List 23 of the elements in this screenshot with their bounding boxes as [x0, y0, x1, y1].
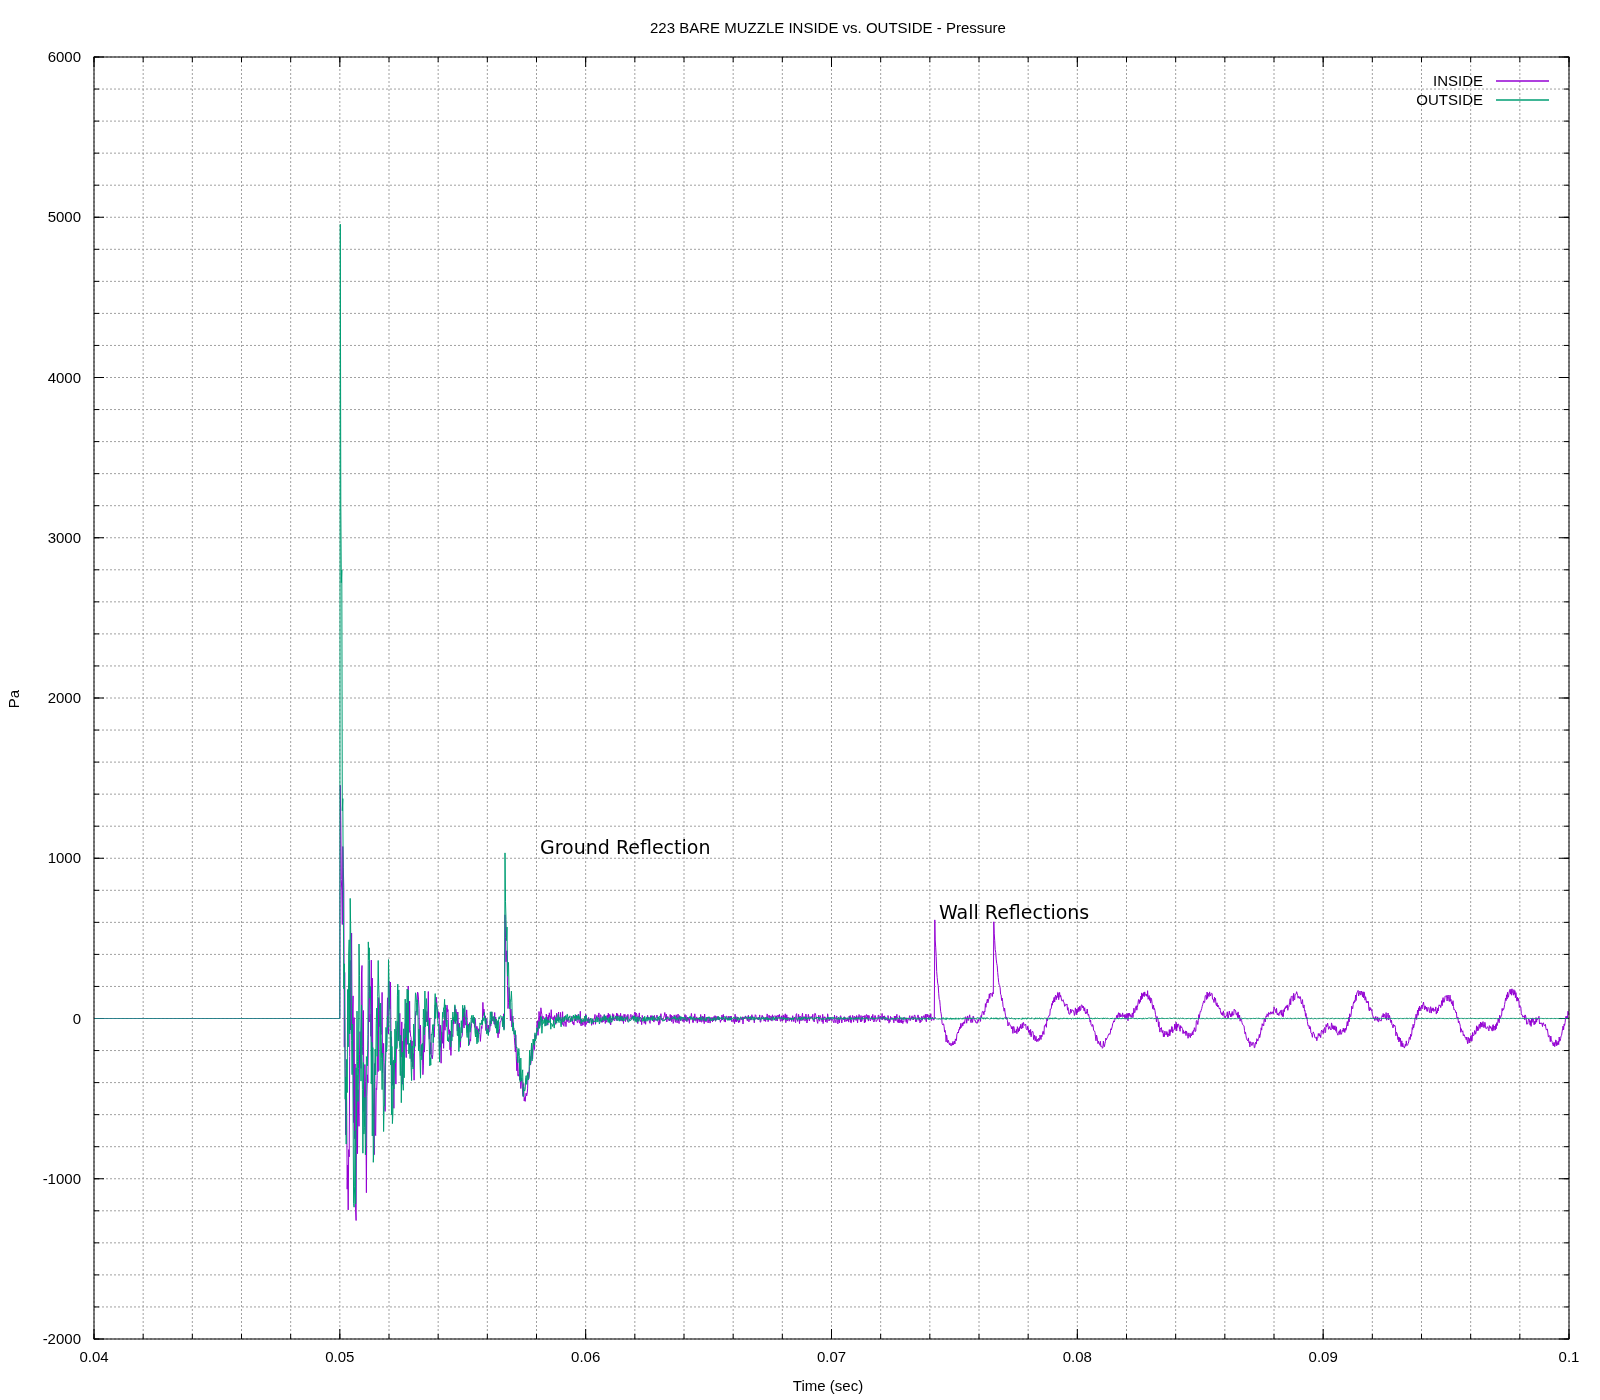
- tick-label: -2000: [42, 1330, 81, 1347]
- axis-label: Pa: [5, 689, 22, 709]
- tick-label: 0.07: [816, 1348, 847, 1365]
- annotation-label: Wall Reflections: [939, 901, 1090, 923]
- tick-label: 3000: [47, 528, 81, 546]
- legend-label: INSIDE: [1433, 72, 1483, 89]
- tick-label: 5000: [47, 208, 81, 226]
- tick-label: -1000: [42, 1169, 81, 1187]
- tick-label: 0.04: [79, 1348, 109, 1365]
- tick-label: 0: [72, 1009, 81, 1027]
- tick-label: 2000: [47, 689, 81, 706]
- chart-title: 223 BARE MUZZLE INSIDE vs. OUTSIDE - Pressure: [650, 19, 1006, 36]
- tick-label: 0.08: [1062, 1348, 1092, 1365]
- tick-label: 4000: [47, 368, 81, 386]
- tick-label: 0.09: [1308, 1348, 1338, 1365]
- annotation-label: Ground Reflection: [540, 836, 711, 858]
- axis-label: Time (sec): [792, 1377, 864, 1394]
- legend-label: OUTSIDE: [1416, 91, 1483, 108]
- tick-label: 0.06: [571, 1348, 601, 1365]
- tick-label: 0.1: [1558, 1348, 1580, 1365]
- tick-label: 0.05: [325, 1348, 355, 1365]
- tick-label: 1000: [47, 849, 81, 867]
- tick-label: 6000: [47, 48, 81, 65]
